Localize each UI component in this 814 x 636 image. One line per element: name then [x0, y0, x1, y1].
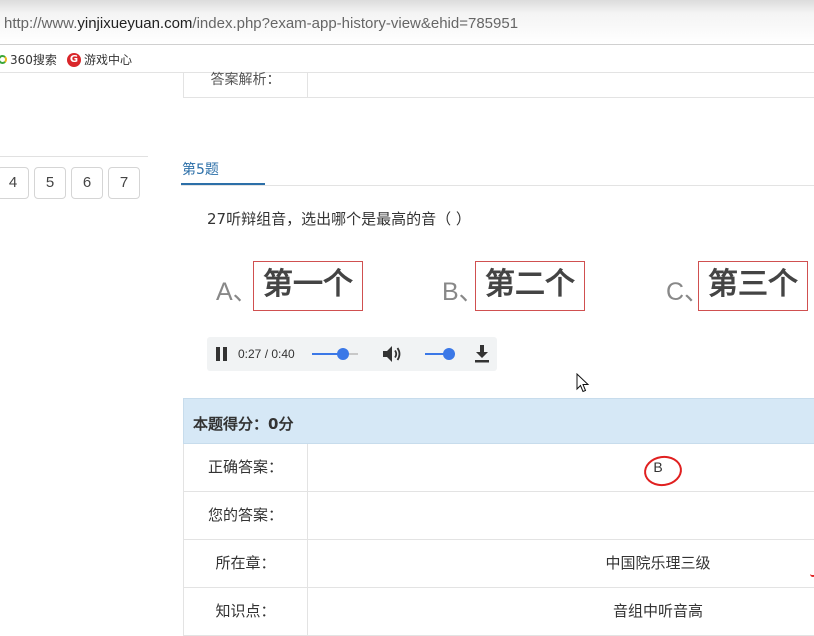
- download-icon[interactable]: [474, 345, 490, 363]
- option-b-box: 第二个: [475, 261, 585, 311]
- bookmark-360-search[interactable]: 360搜索: [0, 51, 57, 68]
- option-c-box: 第三个: [698, 261, 808, 311]
- volume-handle[interactable]: [443, 348, 455, 360]
- red-annotation-mark: [810, 571, 814, 577]
- question-number-button[interactable]: 6: [71, 167, 103, 199]
- browser-address-bar[interactable]: http://www.yinjixueyuan.com/index.php?ex…: [0, 0, 814, 45]
- divider: [0, 156, 148, 157]
- seek-handle[interactable]: [337, 348, 350, 360]
- bookmark-game-center[interactable]: G 游戏中心: [67, 51, 132, 68]
- chapter-label: 所在章：: [184, 540, 308, 587]
- audio-player: 0:27 / 0:40: [207, 337, 497, 371]
- knowledge-point-row: 知识点： 音组中听音高: [183, 588, 814, 636]
- url-text[interactable]: http://www.yinjixueyuan.com/index.php?ex…: [4, 15, 518, 32]
- chapter-row: 所在章： 中国院乐理三级: [183, 540, 814, 588]
- pause-icon[interactable]: [216, 347, 228, 361]
- bookmarks-bar: 360搜索 G 游戏中心: [0, 45, 814, 73]
- question-header: 第5题: [181, 155, 814, 186]
- previous-analysis-row: 答案解析：: [183, 72, 814, 98]
- volume-slider[interactable]: [425, 348, 455, 360]
- correct-answer-row: 正确答案： B: [183, 444, 814, 492]
- chapter-value: 中国院乐理三级: [605, 554, 711, 572]
- your-answer-row: 您的答案：: [183, 492, 814, 540]
- divider: [307, 73, 308, 97]
- playback-time: 0:27 / 0:40: [238, 347, 295, 361]
- knowledge-point-value: 音组中听音高: [612, 602, 703, 620]
- url-prefix: http://www.: [4, 15, 78, 32]
- option-a-letter: A、: [216, 278, 258, 306]
- correct-answer-value: B: [308, 444, 814, 491]
- game-center-icon: G: [67, 52, 81, 67]
- 360-search-icon: [0, 55, 7, 64]
- score-label: 本题得分：0分: [193, 415, 294, 433]
- question-number-button[interactable]: 4: [0, 167, 29, 199]
- knowledge-point-label: 知识点：: [184, 588, 308, 635]
- analysis-label: 答案解析：: [210, 72, 281, 87]
- url-host: yinjixueyuan.com: [77, 15, 193, 32]
- main-content: 答案解析： 第5题 27听辩组音，选出哪个是最高的音（ ） A、 第一个 B、 …: [163, 72, 814, 636]
- bookmark-label: 游戏中心: [84, 53, 133, 67]
- volume-icon[interactable]: [382, 345, 402, 363]
- correct-answer-label: 正确答案：: [184, 444, 308, 491]
- option-a-box: 第一个: [253, 261, 363, 311]
- your-answer-value: [308, 492, 814, 539]
- question-number-button[interactable]: 5: [34, 167, 66, 199]
- score-header: 本题得分：0分: [183, 398, 814, 444]
- your-answer-label: 您的答案：: [184, 492, 308, 539]
- url-path: /index.php?exam-app-history-view&ehid=78…: [192, 15, 519, 32]
- seek-slider[interactable]: [312, 348, 358, 360]
- question-text: 27听辩组音，选出哪个是最高的音（ ）: [207, 210, 471, 228]
- question-number-button[interactable]: 7: [108, 167, 140, 199]
- bookmark-label: 360搜索: [10, 53, 57, 67]
- question-title: 第5题: [182, 162, 219, 178]
- title-underline: [181, 183, 265, 185]
- mouse-cursor-icon: [576, 373, 590, 393]
- question-navigator: 4 5 6 7: [0, 73, 164, 634]
